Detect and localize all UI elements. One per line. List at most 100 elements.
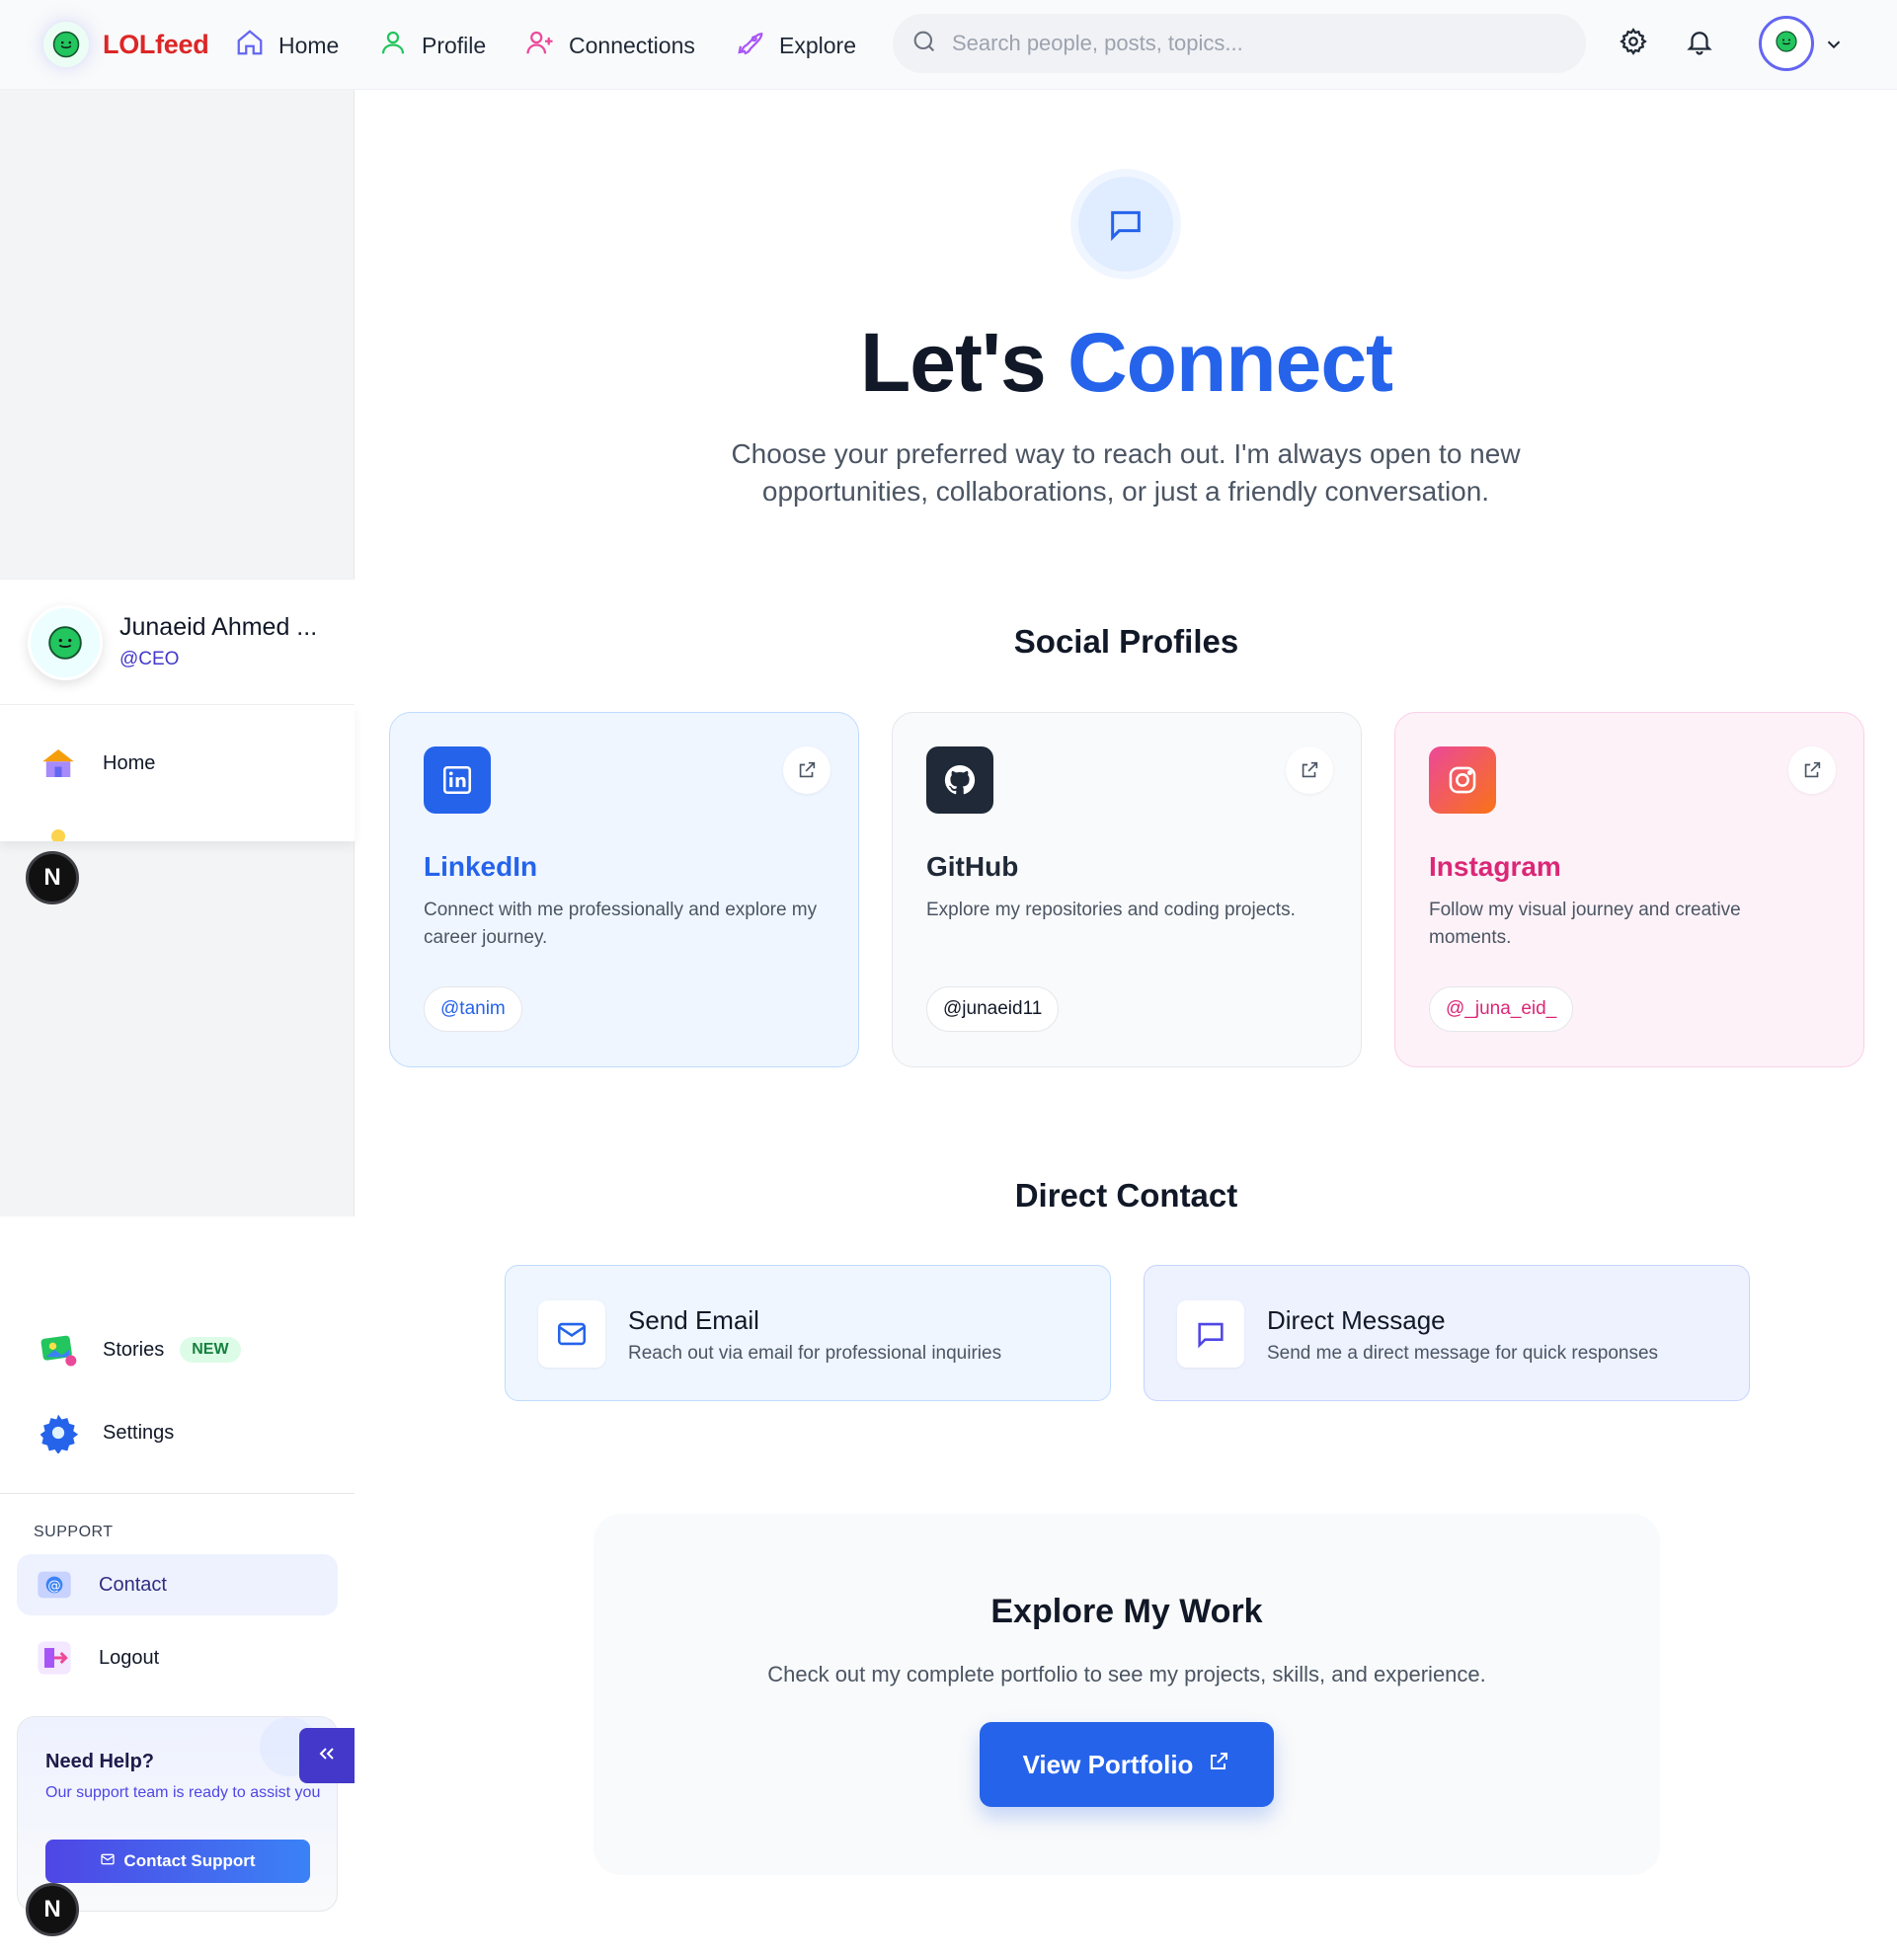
github-title: GitHub xyxy=(926,851,1019,882)
instagram-icon xyxy=(1429,746,1496,814)
send-email-card[interactable]: Send Email Reach out via email for profe… xyxy=(505,1265,1111,1401)
home-icon xyxy=(235,28,265,63)
direct-message-subtitle: Send me a direct message for quick respo… xyxy=(1267,1343,1659,1364)
nav-home[interactable]: Home xyxy=(235,28,339,63)
work-title: Explore My Work xyxy=(990,1593,1263,1630)
external-link-icon[interactable] xyxy=(1286,746,1333,794)
stories-icon xyxy=(36,1327,81,1372)
search-input[interactable] xyxy=(952,31,1544,56)
nav-profile-label: Profile xyxy=(422,32,487,58)
github-handle[interactable]: @junaeid11 xyxy=(926,986,1060,1032)
hero-title-accent: Connect xyxy=(1067,316,1393,409)
sidebar-item-label: Settings xyxy=(103,1421,175,1444)
bell-icon xyxy=(1685,27,1714,61)
support-heading: SUPPORT xyxy=(34,1524,114,1540)
mail-icon xyxy=(538,1300,605,1368)
mail-icon xyxy=(100,1851,116,1872)
message-icon xyxy=(1177,1300,1244,1368)
help-card: Need Help? Our support team is ready to … xyxy=(17,1716,338,1912)
contact-support-button[interactable]: Contact Support xyxy=(45,1840,310,1883)
send-email-subtitle: Reach out via email for professional inq… xyxy=(628,1343,1002,1364)
hero-title: Let's Connect xyxy=(356,315,1897,411)
nav-home-label: Home xyxy=(278,32,340,58)
profile-avatar xyxy=(28,605,103,680)
rocket-icon xyxy=(736,28,765,63)
logout-icon xyxy=(32,1635,77,1681)
nav-connections-label: Connections xyxy=(569,32,695,58)
collapse-sidebar-button[interactable] xyxy=(299,1728,355,1783)
user-icon xyxy=(378,28,408,63)
sidebar-item-label: Home xyxy=(103,751,156,774)
notifications-button[interactable] xyxy=(1682,26,1717,61)
hero-title-plain: Let's xyxy=(859,316,1047,409)
sidebar-item-stories[interactable]: Stories NEW xyxy=(36,1327,241,1372)
sidebar-item-label: Contact xyxy=(99,1573,167,1596)
external-link-icon[interactable] xyxy=(1788,746,1836,794)
svg-text:@: @ xyxy=(47,1579,60,1594)
chat-avatar-icon xyxy=(1775,30,1798,58)
github-description: Explore my repositories and coding proje… xyxy=(926,900,1296,920)
dev-badge-bottom[interactable]: N xyxy=(26,1883,79,1936)
brand-name: LOLfeed xyxy=(103,29,209,59)
profile-handle: @CEO xyxy=(119,649,180,669)
sidebar-item-settings[interactable]: Settings xyxy=(36,1410,174,1455)
nav-explore-label: Explore xyxy=(779,32,856,58)
partial-icon xyxy=(51,829,65,841)
external-link-icon[interactable] xyxy=(783,746,830,794)
profile-name: Junaeid Ahmed ... xyxy=(119,613,318,641)
linkedin-card[interactable]: LinkedIn Connect with me professionally … xyxy=(389,712,859,1067)
sidebar-item-logout[interactable]: Logout xyxy=(32,1635,159,1681)
instagram-handle[interactable]: @_juna_eid_ xyxy=(1429,986,1574,1032)
linkedin-title: LinkedIn xyxy=(424,851,538,882)
direct-message-card[interactable]: Direct Message Send me a direct message … xyxy=(1144,1265,1750,1401)
work-subtitle: Check out my complete portfolio to see m… xyxy=(767,1662,1486,1686)
chat-logo-icon xyxy=(43,22,89,67)
view-portfolio-button[interactable]: View Portfolio xyxy=(980,1722,1274,1807)
external-link-icon xyxy=(1207,1750,1230,1780)
sidebar-profile-card[interactable]: Junaeid Ahmed ... @CEO xyxy=(0,579,355,705)
direct-contact-heading: Direct Contact xyxy=(1014,1177,1238,1214)
search-bar[interactable] xyxy=(893,14,1586,73)
settings-button[interactable] xyxy=(1616,26,1651,61)
brand[interactable]: LOLfeed xyxy=(43,22,209,67)
help-title: Need Help? xyxy=(45,1751,155,1772)
at-sign-icon: @ xyxy=(32,1562,77,1607)
top-navbar: LOLfeed Home Profile Connections Explore xyxy=(0,0,1897,90)
sidebar-item-label: Logout xyxy=(99,1646,160,1669)
instagram-description: Follow my visual journey and creative mo… xyxy=(1429,900,1741,948)
github-card[interactable]: GitHub Explore my repositories and codin… xyxy=(892,712,1362,1067)
help-subtitle: Our support team is ready to assist you xyxy=(45,1784,321,1801)
instagram-title: Instagram xyxy=(1429,851,1561,882)
linkedin-handle[interactable]: @tanim xyxy=(424,986,522,1032)
send-email-title: Send Email xyxy=(628,1305,759,1335)
search-icon xyxy=(910,28,938,60)
user-avatar-button[interactable] xyxy=(1759,16,1814,71)
nav-explore[interactable]: Explore xyxy=(736,28,856,63)
new-badge: NEW xyxy=(180,1337,241,1363)
chevrons-left-icon xyxy=(315,1742,339,1770)
dev-badge[interactable]: N xyxy=(26,851,79,904)
sidebar-divider xyxy=(0,1493,355,1494)
sidebar-item-label: Stories xyxy=(103,1338,165,1361)
linkedin-icon xyxy=(424,746,491,814)
view-portfolio-label: View Portfolio xyxy=(1022,1749,1194,1779)
instagram-card[interactable]: Instagram Follow my visual journey and c… xyxy=(1394,712,1864,1067)
main-content: Let's Connect Choose your preferred way … xyxy=(356,90,1897,1960)
github-icon xyxy=(926,746,993,814)
user-plus-icon xyxy=(525,28,555,63)
gear-icon xyxy=(36,1410,81,1455)
direct-message-title: Direct Message xyxy=(1267,1305,1446,1335)
house-3d-icon xyxy=(36,741,81,786)
sidebar-item-home[interactable]: Home xyxy=(36,741,155,786)
hero-subtitle: Choose your preferred way to reach out. … xyxy=(731,438,1521,507)
explore-work-section: Explore My Work Check out my complete po… xyxy=(593,1514,1660,1875)
social-profiles-heading: Social Profiles xyxy=(1013,623,1239,660)
gear-icon xyxy=(1619,27,1648,61)
message-square-icon xyxy=(1078,177,1173,272)
linkedin-description: Connect with me professionally and explo… xyxy=(424,900,818,948)
nav-profile[interactable]: Profile xyxy=(378,28,486,63)
nav-connections[interactable]: Connections xyxy=(525,28,695,63)
sidebar-item-contact[interactable]: @ Contact xyxy=(32,1562,167,1607)
sidebar-menu-top: Home xyxy=(0,705,355,841)
chevron-down-icon[interactable] xyxy=(1823,34,1845,60)
